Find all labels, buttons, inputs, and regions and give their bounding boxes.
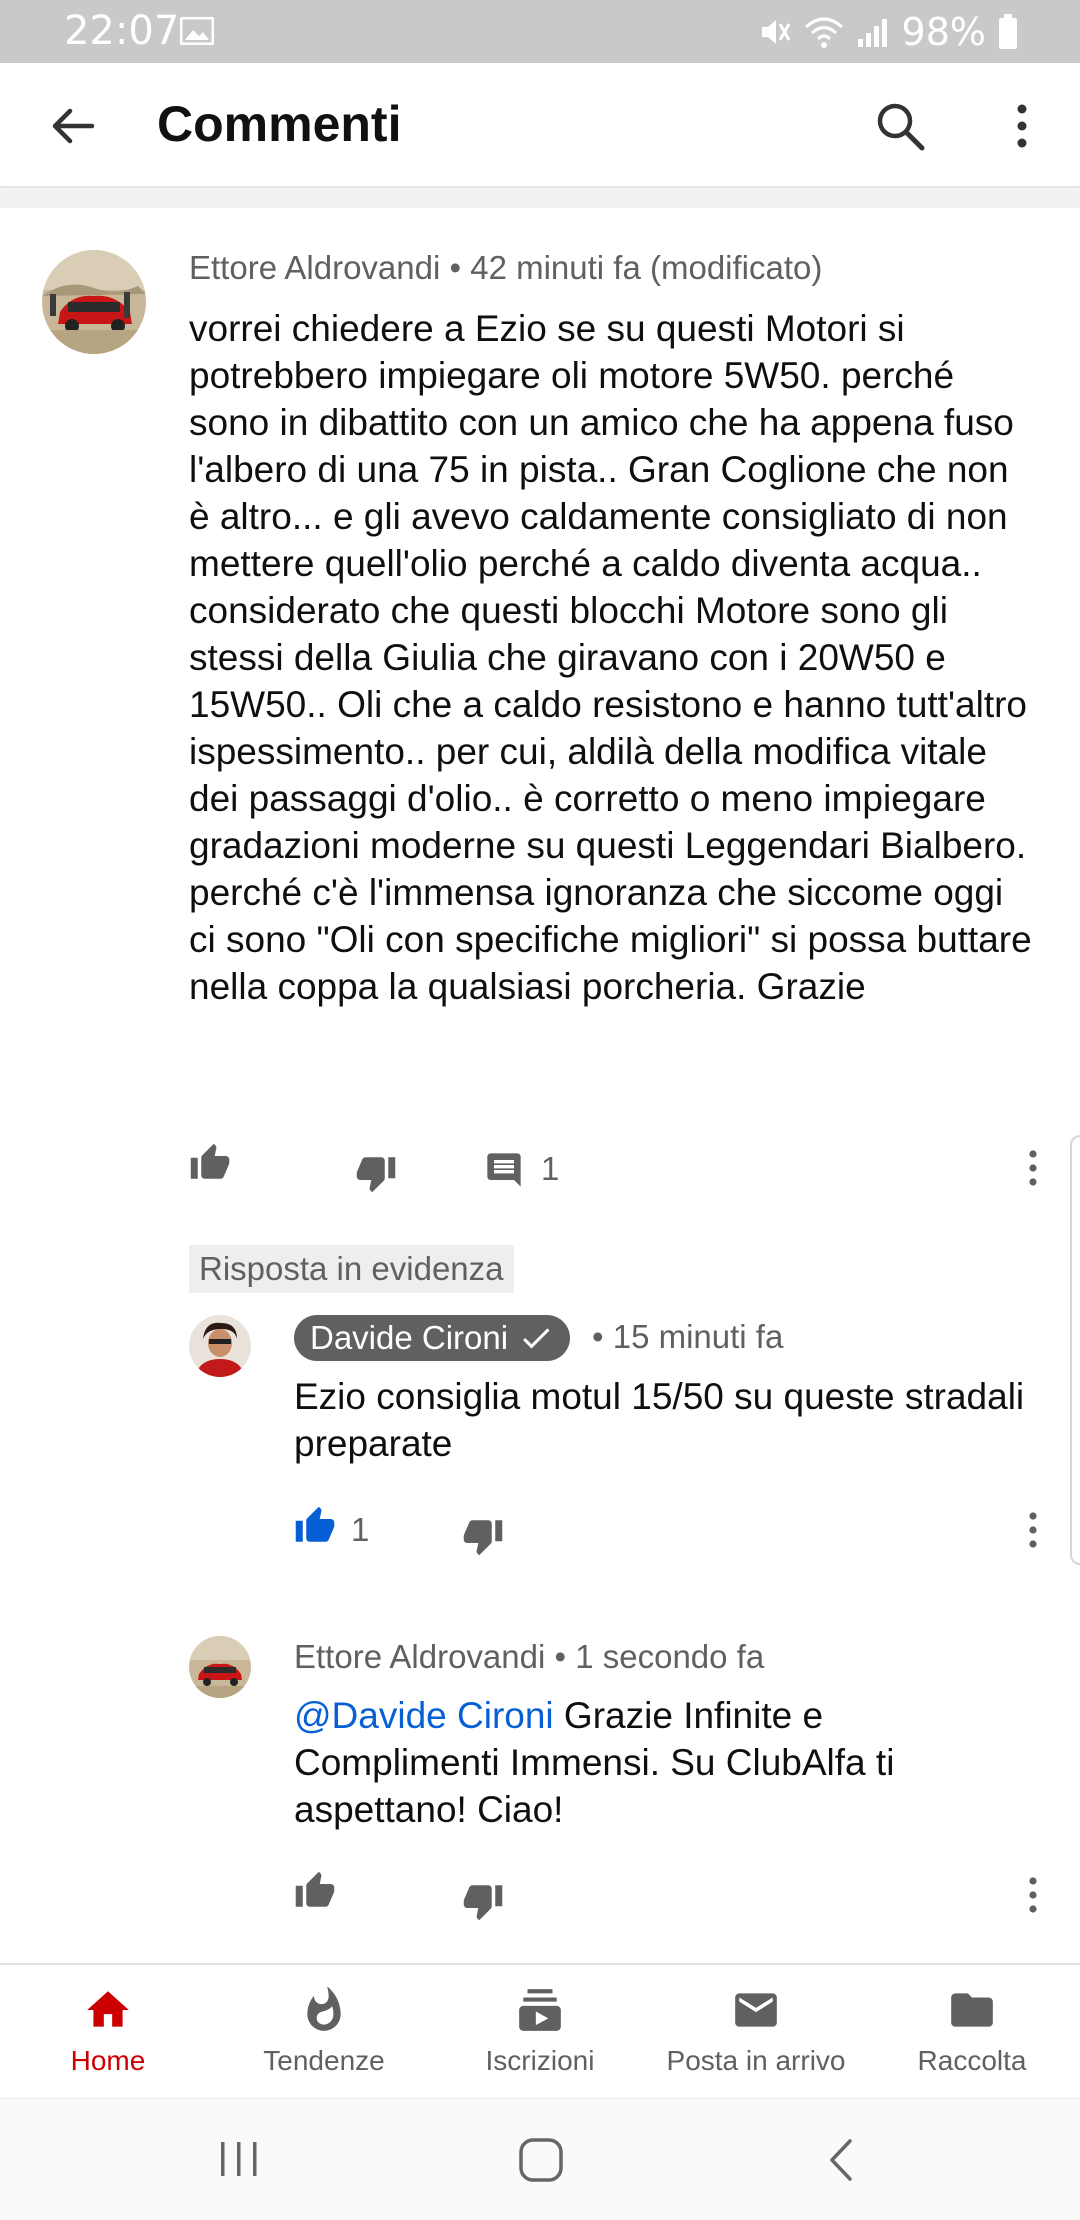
mention-link[interactable]: @Davide Cironi [294, 1695, 554, 1736]
avatar[interactable] [189, 1636, 251, 1698]
dislike-icon[interactable] [355, 1152, 397, 1194]
nav-label: Posta in arrivo [666, 2045, 846, 2076]
signal-icon [857, 19, 887, 47]
bottom-nav: Home Tendenze Iscrizioni Posta in arrivo… [0, 1963, 1080, 2096]
reply-text: @Davide Cironi Grazie Infinite e Complim… [294, 1692, 1034, 1833]
nav-label: Home [70, 2045, 146, 2076]
flame-icon [307, 1986, 341, 2031]
system-nav-bar [0, 2098, 1080, 2220]
search-icon[interactable] [873, 99, 927, 153]
reply-comment-icon[interactable] [484, 1150, 524, 1190]
avatar[interactable] [189, 1315, 251, 1377]
subscriptions-icon [519, 1989, 561, 2031]
person-avatar-image [189, 1315, 251, 1377]
status-right: 98% [758, 10, 1018, 54]
comment-more-icon[interactable] [1018, 1148, 1048, 1188]
mute-icon [761, 20, 790, 44]
more-vert-icon[interactable] [1004, 101, 1040, 151]
page-title: Commenti [157, 96, 402, 152]
header-divider [0, 190, 1080, 208]
status-bar: 22:07 98% [0, 0, 1080, 63]
like-icon[interactable] [189, 1142, 231, 1184]
nav-home[interactable]: Home [0, 1965, 216, 2098]
battery-percent: 98% [901, 10, 986, 54]
verified-check-icon [523, 1328, 550, 1349]
nav-library[interactable]: Raccolta [864, 1965, 1080, 2098]
nav-subscriptions[interactable]: Iscrizioni [432, 1965, 648, 2098]
nav-label: Raccolta [917, 2045, 1027, 2076]
reply-author: Davide Cironi [310, 1319, 509, 1356]
comment-meta: Ettore Aldrovandi • 42 minuti fa (modifi… [189, 249, 822, 287]
car-avatar-image [189, 1636, 251, 1698]
reply-more-icon[interactable] [1018, 1875, 1048, 1915]
nav-inbox[interactable]: Posta in arrivo [648, 1965, 864, 2098]
comment-time: • 42 minuti fa (modificato) [449, 249, 823, 286]
car-avatar-image [42, 250, 146, 354]
recent-apps-icon[interactable] [218, 2139, 260, 2179]
battery-icon [999, 14, 1017, 49]
nav-trending[interactable]: Tendenze [216, 1965, 432, 2098]
app-bar: Commenti [0, 63, 1080, 188]
gallery-icon [180, 17, 214, 45]
nav-label: Tendenze [263, 2045, 385, 2076]
reply-time: • 15 minuti fa [592, 1318, 784, 1355]
status-time: 22:07 [64, 8, 180, 54]
avatar[interactable] [42, 250, 146, 354]
back-arrow-icon[interactable] [48, 101, 98, 151]
back-button-icon[interactable] [826, 2137, 856, 2183]
reply-count: 1 [541, 1150, 560, 1187]
like-icon[interactable] [294, 1870, 336, 1912]
reply-author[interactable]: Ettore Aldrovandi [294, 1638, 545, 1675]
nav-label: Iscrizioni [485, 2045, 595, 2076]
comment-text: vorrei chiedere a Ezio se su questi Moto… [189, 308, 1032, 1007]
like-icon-active[interactable] [294, 1505, 336, 1547]
comment-author[interactable]: Ettore Aldrovandi [189, 249, 440, 286]
wifi-icon [804, 17, 843, 48]
home-button-icon[interactable] [518, 2137, 564, 2183]
reply-text: Ezio consiglia motul 15/50 su queste str… [294, 1376, 1025, 1464]
author-badge[interactable]: Davide Cironi [294, 1315, 571, 1361]
home-icon [87, 1991, 129, 2027]
like-count: 1 [351, 1511, 370, 1548]
scroll-indicator[interactable] [1070, 1135, 1080, 1565]
dislike-icon[interactable] [462, 1880, 504, 1922]
reply-more-icon[interactable] [1018, 1510, 1048, 1550]
dislike-icon[interactable] [462, 1515, 504, 1557]
reply-meta: Ettore Aldrovandi • 1 secondo fa [294, 1638, 764, 1676]
highlighted-reply-label: Risposta in evidenza [189, 1245, 514, 1293]
folder-icon [951, 1993, 993, 2027]
mail-icon [735, 1993, 777, 2027]
reply-time: • 1 secondo fa [554, 1638, 765, 1675]
